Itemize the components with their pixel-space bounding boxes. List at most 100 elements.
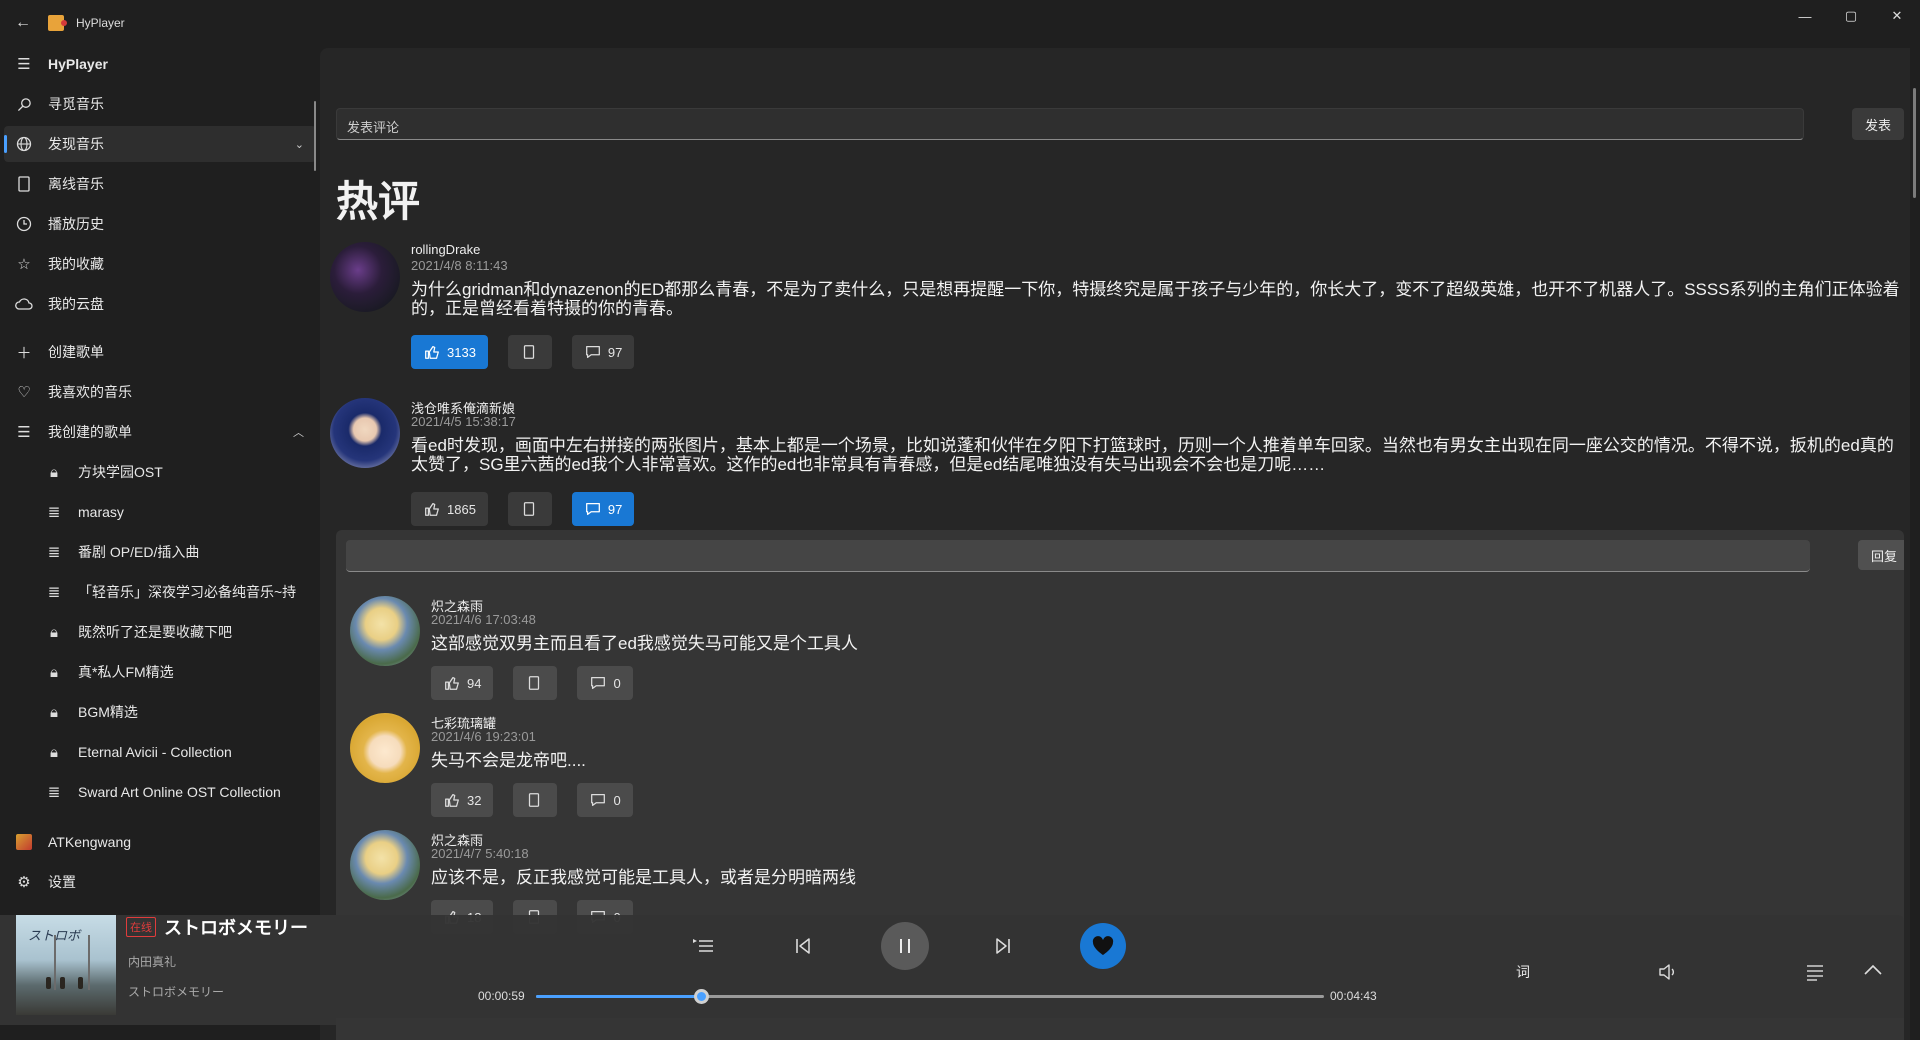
sidebar-playlist-item[interactable]: 🔒︎ Eternal Avicii - Collection [4, 734, 316, 770]
chevron-down-icon[interactable]: ⌄ [295, 138, 304, 151]
reply-submit-button[interactable]: 回复 [1858, 540, 1904, 570]
avatar[interactable] [350, 713, 420, 783]
comment-time: 2021/4/8 8:11:43 [411, 258, 508, 273]
playlist-icon: ≣ [47, 544, 61, 561]
player-bar: ストロボ 在线 ストロボメモリー 内田真礼 ストロボメモリー 00:00:59 … [0, 915, 1904, 1025]
sidebar-item-label: 创建歌单 [48, 344, 104, 360]
sidebar-item-create-playlist[interactable]: ＋ 创建歌单 [4, 334, 316, 370]
sidebar-item-label: 我创建的歌单 [48, 424, 132, 440]
copy-button[interactable] [513, 783, 558, 817]
song-title[interactable]: ストロボメモリー [164, 914, 308, 940]
minimize-button[interactable]: — [1782, 0, 1828, 32]
list-icon: ☰ [17, 424, 31, 441]
album-cover[interactable]: ストロボ [16, 915, 116, 1015]
hamburger-menu[interactable]: ☰ HyPlayer [4, 46, 316, 82]
like-button[interactable]: 3133 [411, 335, 488, 369]
copy-button[interactable] [513, 666, 558, 700]
sidebar-item-cloud[interactable]: 我的云盘 [4, 286, 316, 322]
heart-icon: ♡ [17, 384, 31, 401]
now-playing-list-button[interactable] [1800, 957, 1830, 987]
sidebar-playlist-item[interactable]: 🔒︎ BGM精选 [4, 694, 316, 730]
avatar[interactable] [330, 242, 400, 312]
hamburger-icon: ☰ [17, 56, 31, 73]
previous-button[interactable] [788, 931, 818, 961]
sidebar-item-offline-music[interactable]: 离线音乐 [4, 166, 316, 202]
reply-toggle-button[interactable]: 97 [571, 492, 635, 526]
playlist-label: 「轻音乐」深夜学习必备纯音乐~持 [78, 584, 297, 600]
sidebar-playlist-item[interactable]: ≣ 「轻音乐」深夜学习必备纯音乐~持 [4, 574, 316, 610]
copy-icon [529, 676, 540, 690]
playlist-label: 番剧 OP/ED/插入曲 [78, 544, 200, 560]
back-arrow-icon[interactable]: ← [0, 0, 46, 46]
sidebar-item-favorites[interactable]: ☆ 我的收藏 [4, 246, 316, 282]
sidebar-playlist-item[interactable]: ≣ Sward Art Online OST Collection [4, 774, 316, 810]
sidebar-playlist-item[interactable]: 🔒︎ 真*私人FM精选 [4, 654, 316, 690]
comment-text: 为什么gridman和dynazenon的ED都那么青春，不是为了卖什么，只是想… [411, 280, 1900, 318]
reply-toggle-button[interactable]: 0 [577, 666, 633, 700]
post-comment-button[interactable]: 发表 [1852, 108, 1904, 140]
lock-icon: 🔒︎ [50, 703, 58, 721]
content-below-player [336, 1018, 1904, 1040]
next-button[interactable] [988, 931, 1018, 961]
copy-button[interactable] [507, 335, 552, 369]
restore-button[interactable]: ▢ [1828, 0, 1874, 32]
volume-button[interactable] [1653, 957, 1683, 987]
chat-bubble-icon [591, 676, 606, 690]
sidebar-item-history[interactable]: 播放历史 [4, 206, 316, 242]
sidebar-item-discover-music[interactable]: 发现音乐 ⌄ [4, 126, 316, 162]
sidebar-playlist-item[interactable]: 🔒︎ 方块学园OST [4, 454, 316, 490]
playlist-icon: ≣ [47, 504, 61, 521]
lock-icon: 🔒︎ [50, 663, 58, 681]
copy-button[interactable] [507, 492, 552, 526]
sidebar-playlist-item[interactable]: 🔒︎ 既然听了还是要收藏下吧 [4, 614, 316, 650]
sidebar-playlist-item[interactable]: ≣ marasy [4, 494, 316, 530]
sidebar-item-label: 播放历史 [48, 216, 104, 232]
avatar[interactable] [350, 596, 420, 666]
sidebar-item-search-music[interactable]: 寻觅音乐 [4, 86, 316, 122]
avatar[interactable] [350, 830, 420, 900]
main-scrollbar[interactable] [1913, 88, 1916, 198]
playlist-queue-button[interactable] [688, 931, 718, 961]
reply-input[interactable] [346, 540, 1810, 572]
sidebar-item-liked-music[interactable]: ♡ 我喜欢的音乐 [4, 374, 316, 410]
comment-username[interactable]: rollingDrake [411, 242, 480, 257]
reply-item: 七彩琉璃罐 2021/4/6 19:23:01 失马不会是龙帝吧.... 32 … [350, 713, 1890, 823]
chevron-up-icon[interactable]: ︿ [293, 424, 304, 440]
playlist-label: BGM精选 [78, 704, 138, 720]
like-button[interactable]: 32 [431, 783, 494, 817]
source-badge: 在线 [126, 917, 156, 937]
lock-icon: 🔒︎ [50, 743, 58, 761]
comment-input[interactable]: 发表评论 [336, 108, 1804, 140]
reply-text: 失马不会是龙帝吧.... [431, 751, 586, 770]
lyrics-button[interactable]: 词 [1508, 957, 1538, 987]
document-icon [14, 176, 34, 192]
like-button[interactable]: 94 [431, 666, 494, 700]
close-button[interactable]: ✕ [1874, 0, 1920, 32]
like-song-button[interactable] [1080, 923, 1126, 969]
app-logo-icon [48, 15, 67, 31]
lock-icon: 🔒︎ [50, 463, 58, 481]
sidebar-item-my-playlists[interactable]: ☰ 我创建的歌单 ︿ [4, 414, 316, 450]
song-artist[interactable]: 内田真礼 [128, 953, 176, 970]
reply-text: 这部感觉双男主而且看了ed我感觉失马可能又是个工具人 [431, 634, 858, 653]
reply-item: 炽之森雨 2021/4/6 17:03:48 这部感觉双男主而且看了ed我感觉失… [350, 596, 1890, 706]
chat-bubble-icon [591, 793, 606, 807]
reply-toggle-button[interactable]: 0 [577, 783, 633, 817]
user-name: ATKengwang [48, 834, 132, 850]
thumbs-up-icon [445, 793, 459, 807]
reply-toggle-button[interactable]: 97 [571, 335, 635, 369]
song-album[interactable]: ストロボメモリー [128, 983, 224, 1000]
sidebar-scrollbar[interactable] [314, 101, 316, 171]
progress-slider[interactable] [536, 989, 1324, 1004]
sidebar-item-settings[interactable]: ⚙ 设置 [4, 864, 316, 900]
expand-player-button[interactable] [1858, 955, 1888, 985]
avatar[interactable] [330, 398, 400, 468]
progress-knob[interactable] [693, 989, 709, 1004]
sidebar-playlist-item[interactable]: ≣ 番剧 OP/ED/插入曲 [4, 534, 316, 570]
like-button[interactable]: 1865 [411, 492, 488, 526]
comment-item: 浅仓唯系俺滴新娘 2021/4/5 15:38:17 看ed时发现，画面中左右拼… [330, 398, 1910, 528]
play-pause-button[interactable] [881, 922, 929, 970]
comment-item: rollingDrake 2021/4/8 8:11:43 为什么gridman… [330, 242, 1910, 372]
sidebar-user-account[interactable]: ATKengwang [4, 824, 316, 860]
sidebar-item-label: 寻觅音乐 [48, 96, 104, 112]
